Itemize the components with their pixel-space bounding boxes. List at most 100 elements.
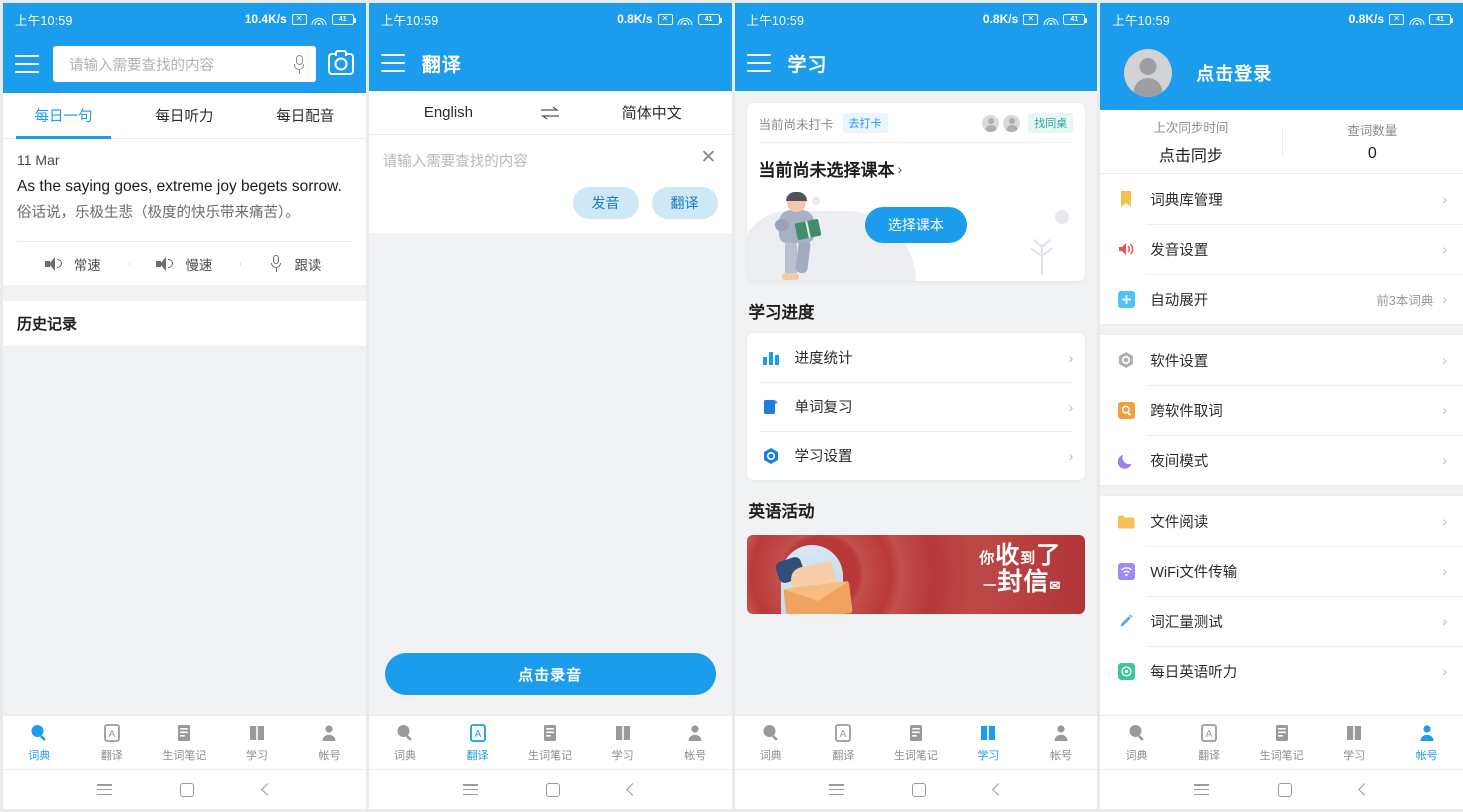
menu-icon[interactable] bbox=[1194, 784, 1210, 795]
nav-dictionary[interactable]: 词典 bbox=[1100, 716, 1173, 769]
swap-arrows-icon[interactable] bbox=[528, 105, 572, 120]
notes-icon bbox=[540, 723, 560, 743]
translate-input[interactable]: 请输入需要查找的内容 ✕ bbox=[368, 135, 732, 171]
pronounce-button[interactable]: 发音 bbox=[572, 187, 639, 219]
choose-textbook-button[interactable]: 选择课本 bbox=[864, 207, 967, 243]
menu-icon[interactable] bbox=[828, 784, 844, 795]
nav-notes[interactable]: 生词笔记 bbox=[514, 716, 587, 769]
textbook-title: 当前尚未选择课本 bbox=[758, 161, 895, 180]
setting-night-mode[interactable]: 夜间模式 › bbox=[1100, 435, 1463, 485]
menu-icon[interactable] bbox=[462, 784, 478, 795]
menu-icon[interactable] bbox=[15, 55, 39, 73]
nav-translate[interactable]: A 翻译 bbox=[1173, 716, 1246, 769]
target-language[interactable]: 简体中文 bbox=[572, 102, 731, 123]
account-header[interactable]: 点击登录 bbox=[1100, 35, 1463, 110]
setting-pronunciation[interactable]: 发音设置 › bbox=[1100, 224, 1463, 274]
headphone-circle-icon bbox=[1116, 661, 1136, 681]
camera-icon[interactable] bbox=[327, 50, 354, 75]
stat-label: 查词数量 bbox=[1347, 124, 1398, 138]
app-bar-translate: 翻译 bbox=[368, 35, 732, 91]
nav-account[interactable]: 帐号 bbox=[1390, 716, 1463, 769]
go-checkin-button[interactable]: 去打卡 bbox=[842, 113, 888, 133]
book-icon bbox=[613, 723, 633, 743]
translate-button[interactable]: 翻译 bbox=[651, 187, 718, 219]
nav-study[interactable]: 学习 bbox=[1318, 716, 1391, 769]
microphone-icon bbox=[270, 254, 282, 273]
nav-label: 翻译 bbox=[466, 749, 489, 762]
login-prompt[interactable]: 点击登录 bbox=[1196, 60, 1272, 86]
nav-label: 生词笔记 bbox=[893, 749, 938, 762]
nav-account[interactable]: 帐号 bbox=[659, 716, 732, 769]
translate-icon: A bbox=[1199, 723, 1219, 743]
back-chevron-icon[interactable] bbox=[1358, 783, 1371, 796]
home-square-icon[interactable] bbox=[1277, 782, 1292, 797]
back-chevron-icon[interactable] bbox=[992, 783, 1005, 796]
record-area: 点击录音 bbox=[368, 653, 732, 715]
stat-last-sync[interactable]: 上次同步时间 点击同步 bbox=[1100, 117, 1281, 166]
chevron-right-icon: › bbox=[1442, 563, 1447, 579]
home-square-icon[interactable] bbox=[911, 782, 926, 797]
setting-file-reading[interactable]: 文件阅读 › bbox=[1100, 496, 1463, 546]
home-square-icon[interactable] bbox=[546, 782, 561, 797]
sentence-date: 11 Mar bbox=[17, 152, 60, 168]
wifi-icon bbox=[311, 14, 327, 25]
record-button[interactable]: 点击录音 bbox=[384, 653, 716, 695]
nav-notes[interactable]: 生词笔记 bbox=[1245, 716, 1318, 769]
menu-icon[interactable] bbox=[746, 54, 771, 72]
no-sim-icon: ✕ bbox=[291, 13, 307, 25]
setting-cross-app-lookup[interactable]: 跨软件取词 › bbox=[1100, 385, 1463, 435]
back-chevron-icon[interactable] bbox=[626, 783, 640, 796]
search-box-icon bbox=[1116, 400, 1136, 420]
nav-notes[interactable]: 生词笔记 bbox=[148, 716, 221, 769]
back-chevron-icon[interactable] bbox=[260, 783, 274, 796]
action-slow-speed[interactable]: 慢速 bbox=[128, 254, 241, 274]
nav-study[interactable]: 学习 bbox=[952, 716, 1025, 769]
setting-software[interactable]: 软件设置 › bbox=[1100, 335, 1463, 385]
setting-vocabulary-test[interactable]: 词汇量测试 › bbox=[1100, 596, 1463, 646]
nav-notes[interactable]: 生词笔记 bbox=[880, 716, 953, 769]
tab-daily-sentence[interactable]: 每日一句 bbox=[3, 93, 124, 139]
nav-account[interactable]: 帐号 bbox=[293, 716, 366, 769]
menu-icon[interactable] bbox=[380, 54, 405, 72]
status-time: 上午10:59 bbox=[380, 13, 439, 28]
account-content: 上次同步时间 点击同步 查词数量 0 词典库管理 › 发音设置 › 自动展开 前… bbox=[1100, 110, 1463, 715]
setting-dictionary-library[interactable]: 词典库管理 › bbox=[1100, 174, 1463, 224]
microphone-icon[interactable] bbox=[293, 54, 306, 75]
status-bar: 上午10:59 0.8K/s ✕ 41 bbox=[1100, 3, 1463, 35]
plus-box-icon bbox=[1116, 289, 1136, 309]
battery-level: 41 bbox=[338, 15, 347, 23]
source-language[interactable]: English bbox=[369, 104, 528, 121]
setting-label: 发音设置 bbox=[1150, 242, 1209, 259]
tab-daily-listening[interactable]: 每日听力 bbox=[124, 93, 245, 138]
avatar bbox=[982, 114, 1000, 132]
status-time: 上午10:59 bbox=[1112, 13, 1170, 28]
row-study-settings[interactable]: 学习设置 › bbox=[747, 431, 1086, 480]
nav-translate[interactable]: A 翻译 bbox=[76, 716, 149, 769]
close-icon[interactable]: ✕ bbox=[698, 146, 720, 168]
textbook-title-row[interactable]: 当前尚未选择课本 › bbox=[759, 143, 1074, 181]
action-normal-speed[interactable]: 常速 bbox=[17, 254, 129, 274]
nav-translate[interactable]: A 翻译 bbox=[441, 716, 514, 769]
tab-daily-dubbing[interactable]: 每日配音 bbox=[245, 93, 366, 138]
activity-banner[interactable]: 你收到了 一封信✉ bbox=[746, 535, 1086, 614]
setting-wifi-transfer[interactable]: WiFi文件传输 › bbox=[1100, 546, 1463, 596]
home-square-icon[interactable] bbox=[180, 782, 195, 797]
setting-daily-listening[interactable]: 每日英语听力 › bbox=[1100, 646, 1463, 696]
setting-auto-expand[interactable]: 自动展开 前3本词典 › bbox=[1100, 274, 1463, 324]
nav-study[interactable]: 学习 bbox=[586, 716, 659, 769]
menu-icon[interactable] bbox=[97, 784, 113, 795]
action-read-along[interactable]: 跟读 bbox=[240, 254, 352, 274]
nav-study[interactable]: 学习 bbox=[221, 716, 294, 769]
nav-translate[interactable]: A 翻译 bbox=[807, 716, 880, 769]
row-progress-stats[interactable]: 进度统计 › bbox=[747, 333, 1086, 382]
setting-label: 词典库管理 bbox=[1150, 192, 1223, 209]
nav-account[interactable]: 帐号 bbox=[1025, 716, 1098, 769]
nav-dictionary[interactable]: 词典 bbox=[369, 716, 442, 769]
nav-dictionary[interactable]: 词典 bbox=[735, 716, 808, 769]
app-bar-dictionary: 请输入需要查找的内容 bbox=[3, 35, 366, 93]
user-avatar-icon[interactable] bbox=[1124, 48, 1173, 97]
find-partner-button[interactable]: 找同桌 bbox=[1028, 113, 1074, 133]
nav-dictionary[interactable]: 词典 bbox=[3, 716, 76, 769]
search-input[interactable]: 请输入需要查找的内容 bbox=[53, 46, 316, 82]
row-word-review[interactable]: 单词复习 › bbox=[747, 382, 1086, 431]
